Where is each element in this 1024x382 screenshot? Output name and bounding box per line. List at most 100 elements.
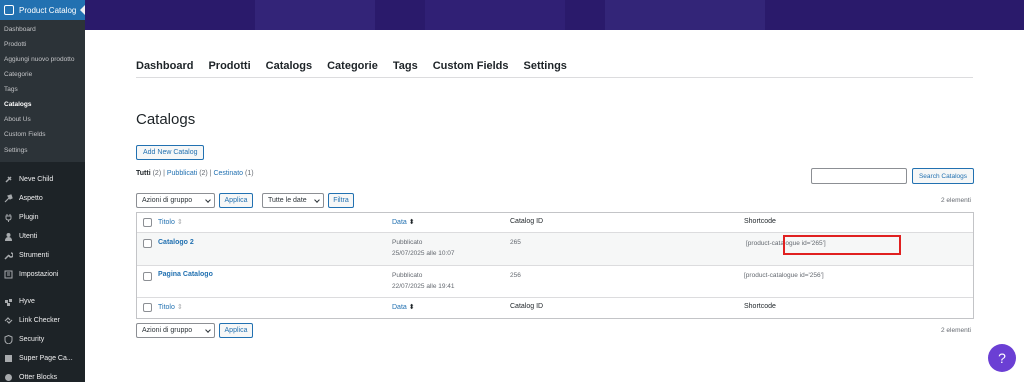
column-shortcode-footer: Shortcode xyxy=(744,303,776,310)
select-all-checkbox[interactable] xyxy=(143,218,152,227)
sidebar-item-strumenti[interactable]: Strumenti xyxy=(0,246,85,265)
sidebar-sub-prodotti[interactable]: Prodotti xyxy=(0,37,85,52)
tab-catalogs[interactable]: Catalogs xyxy=(266,60,312,77)
row-date: 25/07/2025 alle 10:07 xyxy=(392,250,455,257)
sidebar-sub-dashboard[interactable]: Dashboard xyxy=(0,22,85,37)
sidebar-item-neve-child[interactable]: Neve Child xyxy=(0,170,85,189)
table-row: Catalogo 2 Pubblicato 25/07/2025 alle 10… xyxy=(137,233,973,266)
cache-icon xyxy=(4,354,13,363)
catalogs-table: Titolo ⇕ Data ⬍ Catalog ID Shortcode Cat… xyxy=(136,212,974,319)
row-catalog-id: 265 xyxy=(510,239,521,246)
sidebar-sub-catalogs[interactable]: Catalogs xyxy=(0,98,85,113)
pin-icon xyxy=(4,175,13,184)
row-status: Pubblicato xyxy=(392,272,423,279)
shortcode-highlight-box xyxy=(783,235,901,255)
column-catalog-id-footer: Catalog ID xyxy=(510,303,544,310)
chevron-down-icon xyxy=(205,197,211,203)
row-title-link[interactable]: Pagina Catalogo xyxy=(158,271,213,278)
sidebar-item-security[interactable]: Security xyxy=(0,330,85,349)
sidebar-current-label: Product Catalog xyxy=(19,5,77,15)
tab-settings[interactable]: Settings xyxy=(524,60,567,77)
sort-icon: ⇕ xyxy=(176,304,183,311)
search-input[interactable] xyxy=(811,168,907,184)
table-footer: Titolo ⇕ Data ⬍ Catalog ID Shortcode xyxy=(137,298,973,318)
brush-icon xyxy=(4,194,13,203)
admin-sidebar: Product Catalog Dashboard Prodotti Aggiu… xyxy=(0,0,85,382)
view-all[interactable]: Tutti xyxy=(136,170,151,177)
sidebar-item-impostazioni[interactable]: Impostazioni xyxy=(0,265,85,284)
tab-dashboard[interactable]: Dashboard xyxy=(136,60,193,77)
sort-desc-icon: ⬍ xyxy=(408,304,415,311)
user-icon xyxy=(4,232,13,242)
sidebar-item-super-page-cache[interactable]: Super Page Ca... xyxy=(0,349,85,368)
sort-desc-icon: ⬍ xyxy=(408,219,415,226)
sidebar-sub-categorie[interactable]: Categorie xyxy=(0,67,85,82)
sort-icon: ⇕ xyxy=(176,219,183,226)
plug-icon xyxy=(4,213,13,223)
apply-button-bottom[interactable]: Applica xyxy=(219,323,253,338)
sidebar-sub-settings[interactable]: Settings xyxy=(0,143,85,158)
column-catalog-id: Catalog ID xyxy=(510,218,544,225)
filter-button[interactable]: Filtra xyxy=(328,193,354,208)
row-status: Pubblicato xyxy=(392,239,423,246)
tab-categorie[interactable]: Categorie xyxy=(327,60,378,77)
row-title-link[interactable]: Catalogo 2 xyxy=(158,239,194,246)
view-trash[interactable]: Cestinato xyxy=(213,170,243,177)
hyve-icon xyxy=(4,297,13,307)
column-title[interactable]: Titolo ⇕ xyxy=(158,218,183,226)
table-header: Titolo ⇕ Data ⬍ Catalog ID Shortcode xyxy=(137,213,973,233)
item-count-top: 2 elementi xyxy=(941,197,971,204)
main-content: Dashboard Prodotti Catalogs Categorie Ta… xyxy=(85,30,1024,382)
sidebar-sub-aggiungi[interactable]: Aggiungi nuovo prodotto xyxy=(0,52,85,67)
otter-icon xyxy=(4,373,13,382)
column-date[interactable]: Data ⬍ xyxy=(392,218,415,226)
select-all-checkbox-bottom[interactable] xyxy=(143,303,152,312)
sidebar-item-link-checker[interactable]: Link Checker xyxy=(0,311,85,330)
row-shortcode: [product-catalogue id='256'] xyxy=(744,272,824,279)
bulk-action-select-top[interactable]: Azioni di gruppo xyxy=(136,193,215,208)
row-checkbox[interactable] xyxy=(143,239,152,248)
catalog-icon xyxy=(4,5,14,15)
column-date-footer[interactable]: Data ⬍ xyxy=(392,303,415,311)
column-shortcode: Shortcode xyxy=(744,218,776,225)
table-row: Pagina Catalogo Pubblicato 22/07/2025 al… xyxy=(137,266,973,298)
sidebar-item-utenti[interactable]: Utenti xyxy=(0,227,85,246)
sidebar-sub-about[interactable]: About Us xyxy=(0,113,85,128)
column-title-footer[interactable]: Titolo ⇕ xyxy=(158,303,183,311)
date-filter-select[interactable]: Tutte le date xyxy=(262,193,324,208)
settings-icon xyxy=(4,270,13,279)
sidebar-sub-custom-fields[interactable]: Custom Fields xyxy=(0,128,85,143)
sidebar-item-plugin[interactable]: Plugin xyxy=(0,208,85,227)
tab-prodotti[interactable]: Prodotti xyxy=(208,60,250,77)
row-checkbox[interactable] xyxy=(143,272,152,281)
tab-tags[interactable]: Tags xyxy=(393,60,418,77)
top-banner xyxy=(85,0,1024,30)
search-catalogs-button[interactable]: Search Catalogs xyxy=(912,168,974,184)
link-icon xyxy=(4,316,13,325)
chevron-down-icon xyxy=(205,327,211,333)
item-count-bottom: 2 elementi xyxy=(941,327,971,334)
sidebar-submenu: Dashboard Prodotti Aggiungi nuovo prodot… xyxy=(0,20,85,163)
sidebar-main-menu: Neve Child Aspetto Plugin Utenti Strumen… xyxy=(0,162,85,382)
page-title: Catalogs xyxy=(136,111,196,128)
plugin-tabs: Dashboard Prodotti Catalogs Categorie Ta… xyxy=(136,60,973,78)
sidebar-sub-tags[interactable]: Tags xyxy=(0,83,85,98)
add-new-catalog-button[interactable]: Add New Catalog xyxy=(136,145,205,160)
wrench-icon xyxy=(4,251,13,260)
sidebar-item-hyve[interactable]: Hyve xyxy=(0,292,85,311)
bulk-action-select-bottom[interactable]: Azioni di gruppo xyxy=(136,323,215,338)
sidebar-item-otter-blocks[interactable]: Otter Blocks xyxy=(0,368,85,382)
view-trash-count: (1) xyxy=(245,170,254,177)
shield-icon xyxy=(4,335,13,345)
row-catalog-id: 256 xyxy=(510,272,521,279)
tab-custom-fields[interactable]: Custom Fields xyxy=(433,60,509,77)
view-published-count: (2) xyxy=(199,170,208,177)
view-published[interactable]: Pubblicati xyxy=(167,170,197,177)
help-button[interactable]: ? xyxy=(988,344,1016,372)
chevron-down-icon xyxy=(314,197,320,203)
apply-button-top[interactable]: Applica xyxy=(219,193,253,208)
view-filters: Tutti (2) | Pubblicati (2) | Cestinato (… xyxy=(136,170,254,177)
sidebar-current-menu[interactable]: Product Catalog xyxy=(0,0,85,20)
view-all-count: (2) xyxy=(152,170,162,177)
sidebar-item-aspetto[interactable]: Aspetto xyxy=(0,189,85,208)
